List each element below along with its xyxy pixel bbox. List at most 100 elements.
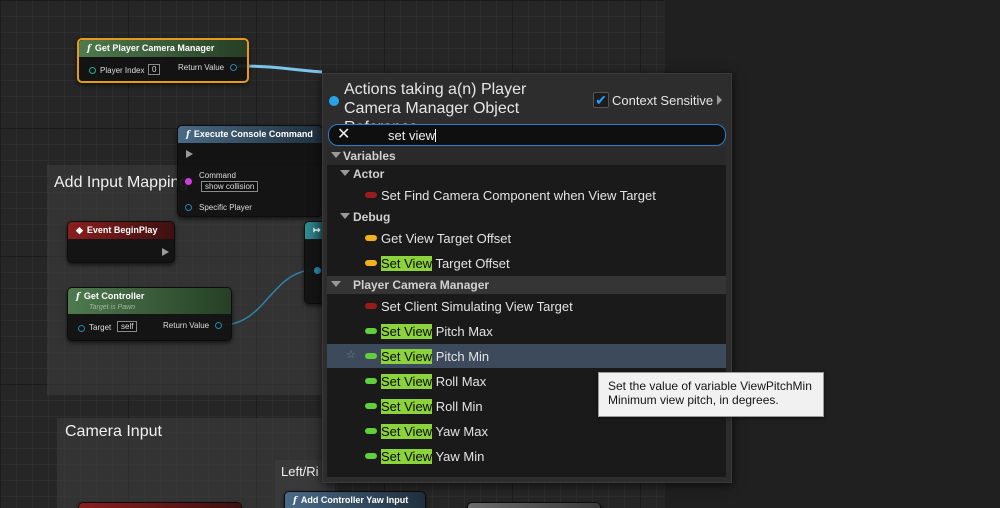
bool-type-icon (365, 192, 377, 198)
category-actor[interactable]: Actor (327, 165, 726, 183)
action-item-label: Set View Roll Min (381, 399, 483, 414)
action-item-label: Get View Target Offset (381, 231, 512, 246)
context-sensitive-label[interactable]: Context Sensitive (612, 93, 713, 108)
action-item-label: Set View Yaw Min (381, 449, 485, 464)
exec-out-pin[interactable] (162, 248, 169, 256)
action-menu[interactable]: Actions taking a(n) Player Camera Manage… (322, 73, 732, 483)
category-player-camera-manager[interactable]: Player Camera Manager (327, 276, 726, 294)
node-add-controller-yaw-input[interactable]: f Add Controller Yaw Input (284, 491, 426, 508)
target-pin[interactable] (78, 325, 85, 332)
node-execute-console-command[interactable]: f Execute Console Command Command show co… (177, 125, 323, 217)
float-type-icon (365, 353, 377, 359)
category-debug[interactable]: Debug (327, 208, 726, 226)
node-get-player-camera-manager[interactable]: f Get Player Camera Manager Player Index … (77, 38, 249, 83)
node-partial-red-bottom[interactable] (78, 502, 242, 508)
player-index-field[interactable]: 0 (148, 64, 161, 75)
action-item-label: Set Client Simulating View Target (381, 299, 573, 314)
node-header (468, 503, 600, 508)
tooltip-line-1: Set the value of variable ViewPitchMin (608, 379, 812, 393)
vector-type-icon (365, 260, 377, 266)
function-icon: f (293, 496, 297, 506)
command-field[interactable]: show collision (201, 181, 259, 192)
bool-type-icon (365, 303, 377, 309)
target-field[interactable]: self (117, 321, 138, 332)
tooltip-line-2: Minimum view pitch, in degrees. (608, 393, 779, 407)
player-index-pin[interactable] (89, 67, 96, 74)
action-item-set-view-yaw-min[interactable]: Set View Yaw Min (327, 444, 726, 468)
function-icon: f (76, 292, 80, 302)
search-text: set view (388, 128, 435, 143)
function-icon: f (87, 44, 91, 54)
collapse-arrow-icon[interactable] (340, 170, 350, 176)
float-type-icon (365, 328, 377, 334)
node-subtitle: Target is Pawn (89, 304, 136, 311)
action-item-label: Set Find Camera Component when View Targ… (381, 188, 656, 203)
float-type-icon (365, 378, 377, 384)
command-pin[interactable] (185, 178, 192, 185)
search-input-value[interactable]: set view (388, 128, 436, 143)
node-header (79, 503, 241, 508)
float-type-icon (365, 453, 377, 459)
action-tooltip: Set the value of variable ViewPitchMin M… (598, 372, 824, 417)
function-icon: f (186, 130, 190, 140)
return-value-pin[interactable] (215, 322, 222, 329)
target-label: Target (89, 323, 112, 332)
float-type-icon (365, 403, 377, 409)
collapse-arrow-icon[interactable] (331, 281, 341, 287)
node-input-pin[interactable] (314, 267, 321, 274)
return-value-label: Return Value (163, 321, 210, 330)
macro-icon: ↦ (313, 225, 321, 235)
search-input[interactable]: ✕ set view (328, 124, 726, 146)
node-header: ◆ Event BeginPlay (68, 222, 174, 239)
specific-player-pin[interactable] (185, 204, 192, 211)
player-index-label: Player Index (100, 66, 145, 75)
action-item-get-view-target-offset[interactable]: Get View Target Offset (327, 226, 726, 250)
text-cursor (434, 129, 436, 142)
node-title: Event BeginPlay (86, 225, 158, 235)
action-tree-list[interactable]: Variables Actor Set Find Camera Componen… (327, 147, 726, 477)
collapse-arrow-icon[interactable] (331, 152, 341, 158)
action-item-set-view-yaw-max[interactable]: Set View Yaw Max (327, 419, 726, 443)
specific-player-label: Specific Player (199, 203, 252, 212)
category-label: Variables (343, 149, 396, 163)
node-partial-grey-bottom[interactable] (467, 502, 601, 508)
node-title: Execute Console Command (193, 129, 313, 139)
node-title: Get Player Camera Manager (94, 43, 215, 53)
action-item-set-find-camera-component[interactable]: Set Find Camera Component when View Targ… (327, 183, 726, 207)
node-header: f Execute Console Command (178, 126, 322, 143)
action-item-label: Set View Target Offset (381, 256, 510, 271)
chevron-right-icon[interactable] (717, 95, 722, 105)
return-value-pin[interactable] (230, 64, 237, 71)
clear-search-icon[interactable]: ✕ (337, 126, 350, 144)
action-item-set-view-pitch-min[interactable]: ☆ Set View Pitch Min (327, 344, 726, 368)
action-item-label: Set View Pitch Max (381, 324, 493, 339)
float-type-icon (365, 428, 377, 434)
action-item-label: Set View Roll Max (381, 374, 487, 389)
category-variables[interactable]: Variables (327, 147, 726, 165)
action-item-label: Set View Pitch Min (381, 349, 490, 364)
category-label: Debug (353, 210, 391, 224)
favorite-star-icon[interactable]: ☆ (346, 348, 356, 361)
action-item-set-view-target-offset[interactable]: Set View Target Offset (327, 251, 726, 275)
context-sensitive-checkbox[interactable]: ✔ (593, 92, 609, 108)
category-label: Actor (353, 167, 385, 181)
action-item-set-client-simulating-view-target[interactable]: Set Client Simulating View Target (327, 294, 726, 318)
wire-get-controller (220, 269, 311, 326)
wire-camera-manager (236, 64, 323, 74)
command-label: Command (199, 171, 236, 180)
exec-in-pin[interactable] (186, 150, 193, 158)
node-header: f Get Player Camera Manager (79, 40, 247, 57)
node-header: f Add Controller Yaw Input (285, 492, 425, 508)
node-get-controller[interactable]: f Get Controller Target is Pawn Target se… (67, 287, 232, 341)
collapse-arrow-icon[interactable] (340, 213, 350, 219)
action-item-label: Set View Yaw Max (381, 424, 488, 439)
node-title: Add Controller Yaw Input (300, 495, 409, 505)
object-reference-icon (329, 96, 339, 106)
vector-type-icon (365, 235, 377, 241)
action-item-set-view-pitch-max[interactable]: Set View Pitch Max (327, 319, 726, 343)
node-event-begin-play[interactable]: ◆ Event BeginPlay (67, 221, 175, 263)
node-title: Get Controller (83, 291, 145, 301)
return-value-label: Return Value (178, 63, 225, 72)
category-label: Player Camera Manager (353, 278, 490, 292)
event-icon: ◆ (76, 225, 83, 235)
